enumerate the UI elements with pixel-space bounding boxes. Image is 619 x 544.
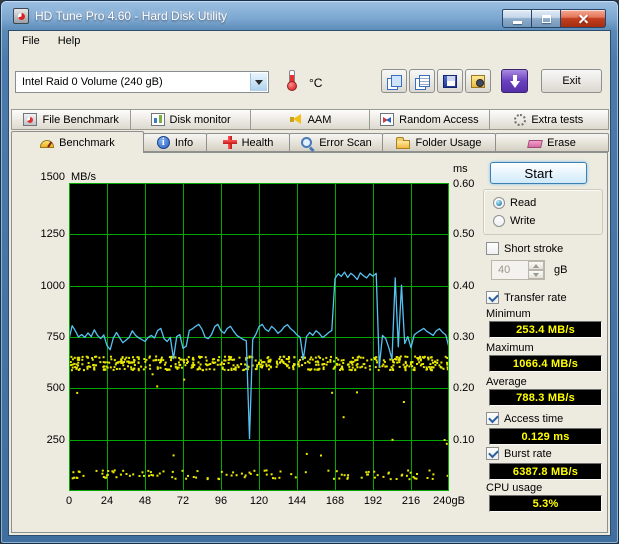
tab-label: Folder Usage — [415, 136, 482, 149]
health-icon — [222, 136, 237, 149]
burst-rate-label: Burst rate — [504, 447, 552, 460]
folder-usage-icon — [396, 137, 411, 149]
window-title: HD Tune Pro 4.60 - Hard Disk Utility — [35, 9, 228, 23]
access-time-checkbox[interactable]: Access time — [486, 412, 563, 425]
transfer-rate-checkbox[interactable]: Transfer rate — [486, 291, 567, 304]
minimize-button[interactable] — [502, 9, 532, 28]
minimum-value: 253.4 MB/s — [489, 321, 602, 338]
stepper-up-icon[interactable] — [528, 261, 544, 270]
tab-folder-usage[interactable]: Folder Usage — [382, 133, 496, 152]
tab-label: Benchmark — [59, 136, 115, 149]
write-radio[interactable]: Write — [493, 215, 535, 227]
app-icon — [13, 8, 29, 24]
short-stroke-checkbox-control[interactable] — [486, 242, 499, 255]
client-area: File Help Intel Raid 0 Volume (240 gB) °C… — [9, 31, 610, 535]
main-tab-row: Benchmark Info Health Error Scan Folder Usag… — [11, 131, 609, 153]
transfer-rate-checkbox-control[interactable] — [486, 291, 499, 304]
maximum-label: Maximum — [486, 342, 534, 354]
short-stroke-unit-label: gB — [554, 264, 568, 276]
tab-label: Error Scan — [319, 136, 372, 149]
tab-error-scan[interactable]: Error Scan — [289, 133, 383, 152]
caption-buttons — [502, 9, 606, 28]
write-radio-label: Write — [510, 215, 536, 227]
short-stroke-label: Short stroke — [504, 242, 564, 255]
minimum-label: Minimum — [486, 308, 531, 320]
benchmark-control-panel: Start Read Write Short stroke 40 gB Tran… — [9, 31, 610, 535]
tab-info[interactable]: Info — [143, 133, 207, 152]
burst-rate-checkbox[interactable]: Burst rate — [486, 447, 552, 460]
close-button[interactable] — [561, 9, 606, 28]
stepper-down-icon[interactable] — [528, 270, 544, 279]
tab-label: Erase — [547, 136, 576, 149]
tab-label: Health — [241, 136, 274, 149]
average-label: Average — [486, 376, 527, 388]
title-bar: HD Tune Pro 4.60 - Hard Disk Utility — [1, 1, 618, 31]
cpu-usage-value: 5.3% — [489, 495, 602, 512]
tab-erase[interactable]: Erase — [495, 133, 609, 152]
maximize-icon — [541, 14, 551, 23]
read-radio-control[interactable] — [493, 197, 505, 209]
benchmark-icon — [40, 140, 55, 148]
short-stroke-size-stepper[interactable] — [528, 261, 544, 279]
read-radio-label: Read — [510, 197, 537, 209]
error-scan-icon — [300, 136, 314, 149]
access-time-checkbox-control[interactable] — [486, 412, 499, 425]
read-radio[interactable]: Read — [493, 197, 536, 209]
access-time-label: Access time — [504, 412, 564, 425]
start-button[interactable]: Start — [490, 162, 587, 184]
minimize-icon — [512, 21, 522, 24]
burst-rate-value: 6387.8 MB/s — [489, 463, 602, 480]
info-icon — [156, 136, 170, 149]
write-radio-control[interactable] — [493, 215, 505, 227]
tab-label: Info — [174, 136, 194, 149]
mode-group — [483, 189, 603, 235]
transfer-rate-label: Transfer rate — [504, 291, 567, 304]
maximize-button[interactable] — [532, 9, 561, 28]
tab-health[interactable]: Health — [206, 133, 290, 152]
maximum-value: 1066.4 MB/s — [489, 355, 602, 372]
access-time-value: 0.129 ms — [489, 428, 602, 445]
short-stroke-checkbox[interactable]: Short stroke — [486, 242, 563, 255]
window: HD Tune Pro 4.60 - Hard Disk Utility Fil… — [0, 0, 619, 544]
erase-icon — [527, 140, 543, 148]
short-stroke-size-value: 40 — [498, 264, 511, 276]
average-value: 788.3 MB/s — [489, 389, 602, 406]
burst-rate-checkbox-control[interactable] — [486, 447, 499, 460]
cpu-usage-label: CPU usage — [486, 482, 543, 494]
tab-benchmark[interactable]: Benchmark — [11, 131, 144, 153]
